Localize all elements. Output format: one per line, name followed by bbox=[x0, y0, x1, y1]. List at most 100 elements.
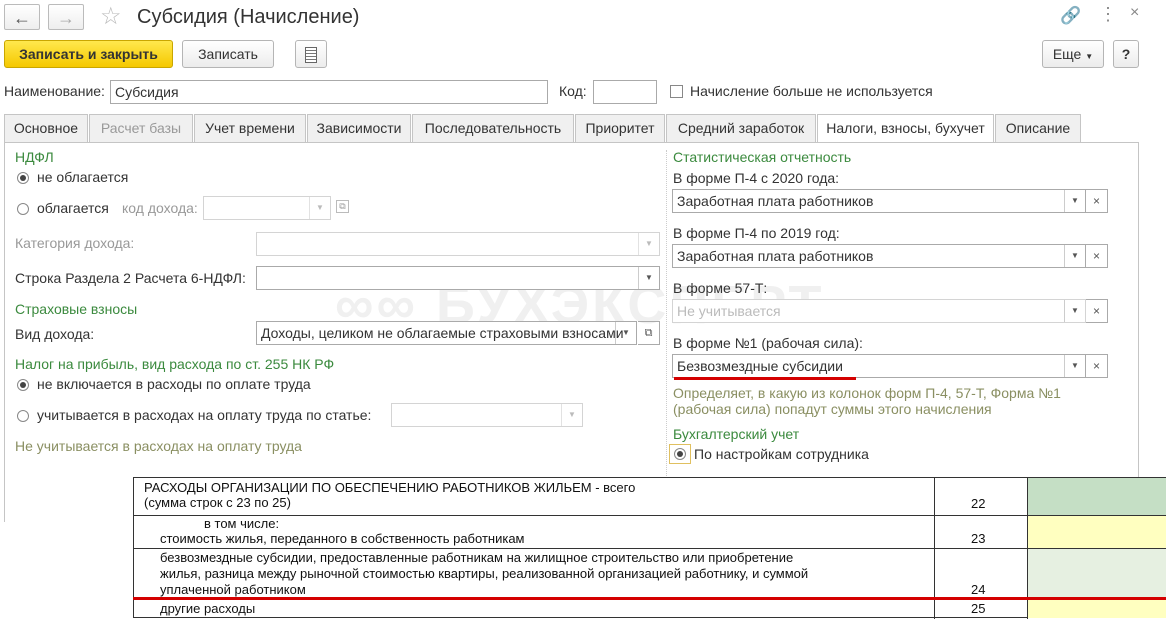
accounting-title: Бухгалтерский учет bbox=[673, 426, 800, 442]
radio-included-label: учитывается в расходах на оплату труда п… bbox=[37, 407, 372, 423]
tab-priority[interactable]: Приоритет bbox=[575, 114, 665, 142]
save-and-close-button[interactable]: Записать и закрыть bbox=[4, 40, 173, 68]
open-icon[interactable]: ⧉ bbox=[336, 200, 349, 213]
table-row-25-text: другие расходы bbox=[160, 601, 256, 616]
table-row-22-text-2: (сумма строк с 23 по 25) bbox=[144, 495, 291, 510]
table-row-divider bbox=[134, 548, 1166, 549]
more-actions-icon[interactable]: ⋮ bbox=[1099, 4, 1117, 25]
open-icon[interactable]: ⧉ bbox=[638, 321, 660, 345]
line6-select[interactable]: ▼ bbox=[256, 266, 660, 290]
income-category-label: Категория дохода: bbox=[15, 235, 135, 251]
p4-2019-select[interactable]: Заработная плата работников ▼ bbox=[672, 244, 1086, 268]
income-type-value: Доходы, целиком не облагаемые страховыми… bbox=[261, 325, 624, 341]
radio-not-included[interactable] bbox=[17, 379, 29, 391]
chevron-down-icon[interactable]: ▼ bbox=[615, 322, 636, 344]
p4-2020-label: В форме П-4 с 2020 года: bbox=[673, 170, 840, 186]
close-icon: × bbox=[1092, 194, 1100, 208]
p4-2020-value: Заработная плата работников bbox=[677, 193, 874, 209]
close-icon: × bbox=[1092, 249, 1100, 263]
p4-2019-label: В форме П-4 по 2019 год: bbox=[673, 225, 840, 241]
clear-button[interactable]: × bbox=[1086, 189, 1108, 213]
tab-taxes-accounting[interactable]: Налоги, взносы, бухучет bbox=[817, 114, 994, 143]
ndfl-title: НДФЛ bbox=[15, 149, 54, 165]
link-icon[interactable]: 🔗 bbox=[1060, 6, 1081, 26]
profit-tax-title: Налог на прибыль, вид расхода по ст. 255… bbox=[15, 356, 335, 372]
document-icon bbox=[305, 47, 317, 63]
table-row-24-text-3: уплаченной работником bbox=[160, 582, 306, 597]
report-button[interactable] bbox=[295, 40, 327, 68]
stat-title: Статистическая отчетность bbox=[673, 149, 852, 165]
chevron-down-icon[interactable]: ▼ bbox=[1064, 355, 1085, 377]
chevron-down-icon[interactable]: ▼ bbox=[561, 404, 582, 426]
window-title: Субсидия (Начисление) bbox=[137, 6, 360, 28]
back-button[interactable]: ← bbox=[4, 4, 40, 30]
clear-button[interactable]: × bbox=[1086, 354, 1108, 378]
tab-main[interactable]: Основное bbox=[4, 114, 88, 142]
radio-by-employee-settings[interactable] bbox=[674, 448, 686, 460]
income-type-select[interactable]: Доходы, целиком не облагаемые страховыми… bbox=[256, 321, 637, 345]
more-button[interactable]: Еще ▼ bbox=[1042, 40, 1104, 68]
close-icon: × bbox=[1092, 304, 1100, 318]
tab-dependencies[interactable]: Зависимости bbox=[307, 114, 411, 142]
f1-select[interactable]: Безвозмездные субсидии ▼ bbox=[672, 354, 1086, 378]
table-row-24-text-1: безвозмездные субсидии, предоставленные … bbox=[160, 550, 794, 565]
table-row-24-code: 24 bbox=[971, 582, 986, 597]
line6-label: Строка Раздела 2 Расчета 6-НДФЛ: bbox=[15, 270, 246, 286]
stat-hint-line1: Определяет, в какую из колонок форм П-4,… bbox=[673, 385, 1061, 401]
table-row-25-code: 25 bbox=[971, 601, 986, 616]
name-input[interactable]: Субсидия bbox=[110, 80, 548, 104]
f57-select[interactable]: Не учитывается ▼ bbox=[672, 299, 1086, 323]
value-cell-24 bbox=[1028, 549, 1166, 599]
radio-not-taxed[interactable] bbox=[17, 172, 29, 184]
help-button[interactable]: ? bbox=[1113, 40, 1139, 68]
chevron-down-icon[interactable]: ▼ bbox=[1064, 300, 1085, 322]
unused-checkbox[interactable] bbox=[670, 85, 683, 98]
f1-label: В форме №1 (рабочая сила): bbox=[673, 335, 863, 351]
p4-2019-value: Заработная плата работников bbox=[677, 248, 874, 264]
chevron-down-icon[interactable]: ▼ bbox=[1064, 245, 1085, 267]
tab-time-tracking[interactable]: Учет времени bbox=[194, 114, 306, 142]
chevron-down-icon[interactable]: ▼ bbox=[1064, 190, 1085, 212]
chevron-down-icon[interactable]: ▼ bbox=[309, 197, 330, 219]
save-button[interactable]: Записать bbox=[182, 40, 274, 68]
income-code-input[interactable]: ▼ bbox=[203, 196, 331, 220]
f57-label: В форме 57-Т: bbox=[673, 280, 768, 296]
chevron-down-icon[interactable]: ▼ bbox=[638, 233, 659, 255]
table-row-divider bbox=[134, 515, 1166, 516]
tab-base-calc[interactable]: Расчет базы bbox=[89, 114, 193, 142]
clear-button[interactable]: × bbox=[1086, 299, 1108, 323]
income-category-select[interactable]: ▼ bbox=[256, 232, 660, 256]
chevron-down-icon[interactable]: ▼ bbox=[638, 267, 659, 289]
arrow-left-icon: ← bbox=[13, 8, 31, 28]
income-type-label: Вид дохода: bbox=[15, 326, 95, 342]
table-row-22-text-1: РАСХОДЫ ОРГАНИЗАЦИИ ПО ОБЕСПЕЧЕНИЮ РАБОТ… bbox=[144, 480, 636, 495]
table-row-23-code: 23 bbox=[971, 531, 986, 546]
f1-value: Безвозмездные субсидии bbox=[677, 358, 843, 374]
favorite-star-icon[interactable]: ☆ bbox=[100, 2, 122, 31]
code-label: Код: bbox=[559, 83, 587, 99]
radio-not-included-label: не включается в расходы по оплате труда bbox=[37, 376, 311, 392]
p4-2020-select[interactable]: Заработная плата работников ▼ bbox=[672, 189, 1086, 213]
table-row-23-text-2: стоимость жилья, переданного в собственн… bbox=[160, 531, 525, 546]
clear-button[interactable]: × bbox=[1086, 244, 1108, 268]
close-icon: × bbox=[1092, 359, 1100, 373]
table-row-22-code: 22 bbox=[971, 496, 986, 511]
more-label: Еще bbox=[1052, 46, 1082, 62]
unused-label: Начисление больше не используется bbox=[690, 83, 933, 99]
profit-hint: Не учитывается в расходах на оплату труд… bbox=[15, 438, 302, 454]
radio-included[interactable] bbox=[17, 410, 29, 422]
radio-taxed[interactable] bbox=[17, 203, 29, 215]
code-input[interactable] bbox=[593, 80, 657, 104]
highlight-underline bbox=[674, 377, 856, 380]
radio-taxed-label: облагается bbox=[37, 200, 109, 216]
value-cell-22 bbox=[1028, 478, 1166, 516]
expense-article-select[interactable]: ▼ bbox=[391, 403, 583, 427]
value-cell-25 bbox=[1028, 599, 1166, 618]
forward-button[interactable]: → bbox=[48, 4, 84, 30]
value-cell-23 bbox=[1028, 516, 1166, 549]
tab-average-earnings[interactable]: Средний заработок bbox=[666, 114, 816, 142]
close-icon[interactable]: × bbox=[1130, 4, 1139, 22]
tab-description[interactable]: Описание bbox=[995, 114, 1081, 142]
income-code-label: код дохода: bbox=[122, 200, 198, 216]
tab-sequence[interactable]: Последовательность bbox=[412, 114, 574, 142]
